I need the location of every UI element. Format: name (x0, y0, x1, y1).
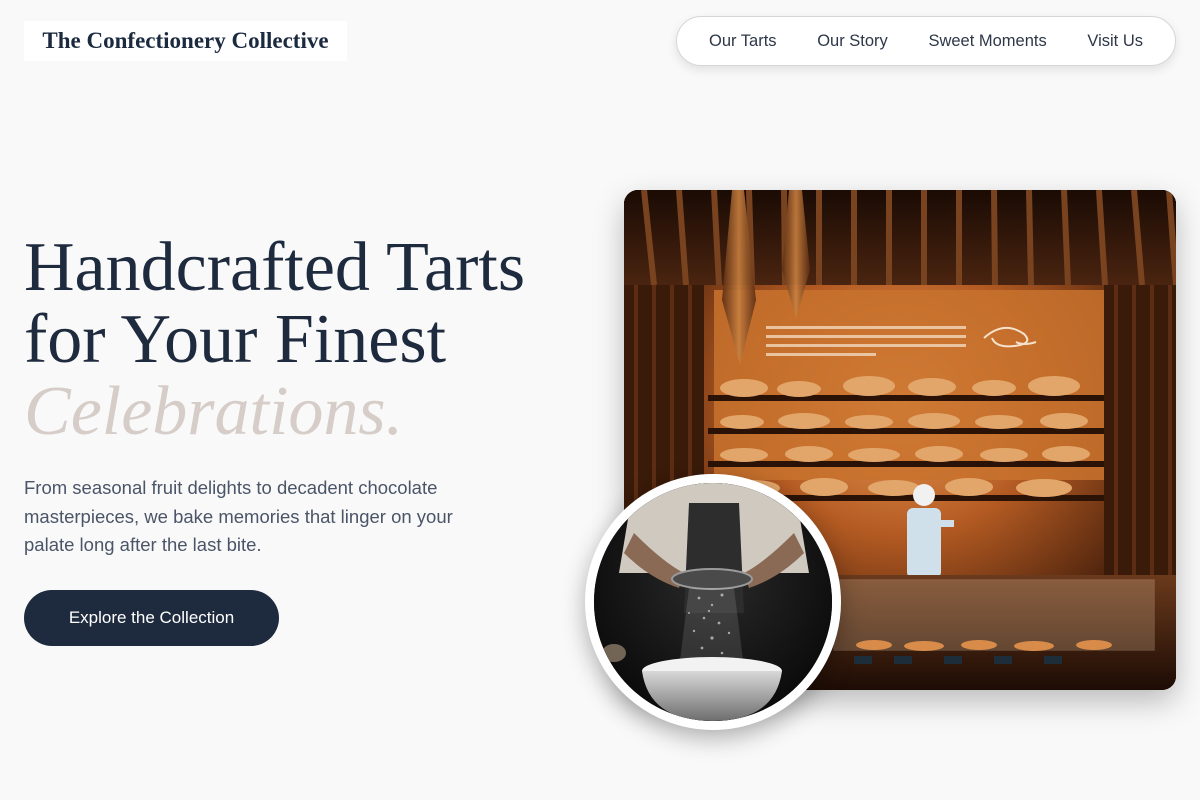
nav-item-sweet-moments[interactable]: Sweet Moments (928, 32, 1046, 51)
brand-logo[interactable]: The Confectionery Collective (24, 21, 347, 61)
flour-sifting-image (585, 474, 841, 730)
hero-title-line-1: Handcrafted Tarts (24, 229, 526, 306)
explore-collection-button[interactable]: Explore the Collection (24, 590, 279, 646)
hero-title: Handcrafted Tarts for Your Finest Celebr… (24, 232, 525, 448)
hero-title-accent: Celebrations. (24, 373, 404, 450)
nav-item-our-tarts[interactable]: Our Tarts (709, 32, 777, 51)
nav-item-visit-us[interactable]: Visit Us (1087, 32, 1143, 51)
nav-item-our-story[interactable]: Our Story (817, 32, 888, 51)
hero-description: From seasonal fruit delights to decadent… (24, 477, 453, 555)
main-nav: Our Tarts Our Story Sweet Moments Visit … (676, 16, 1176, 66)
hero-title-line-2: for Your Finest (24, 301, 447, 378)
